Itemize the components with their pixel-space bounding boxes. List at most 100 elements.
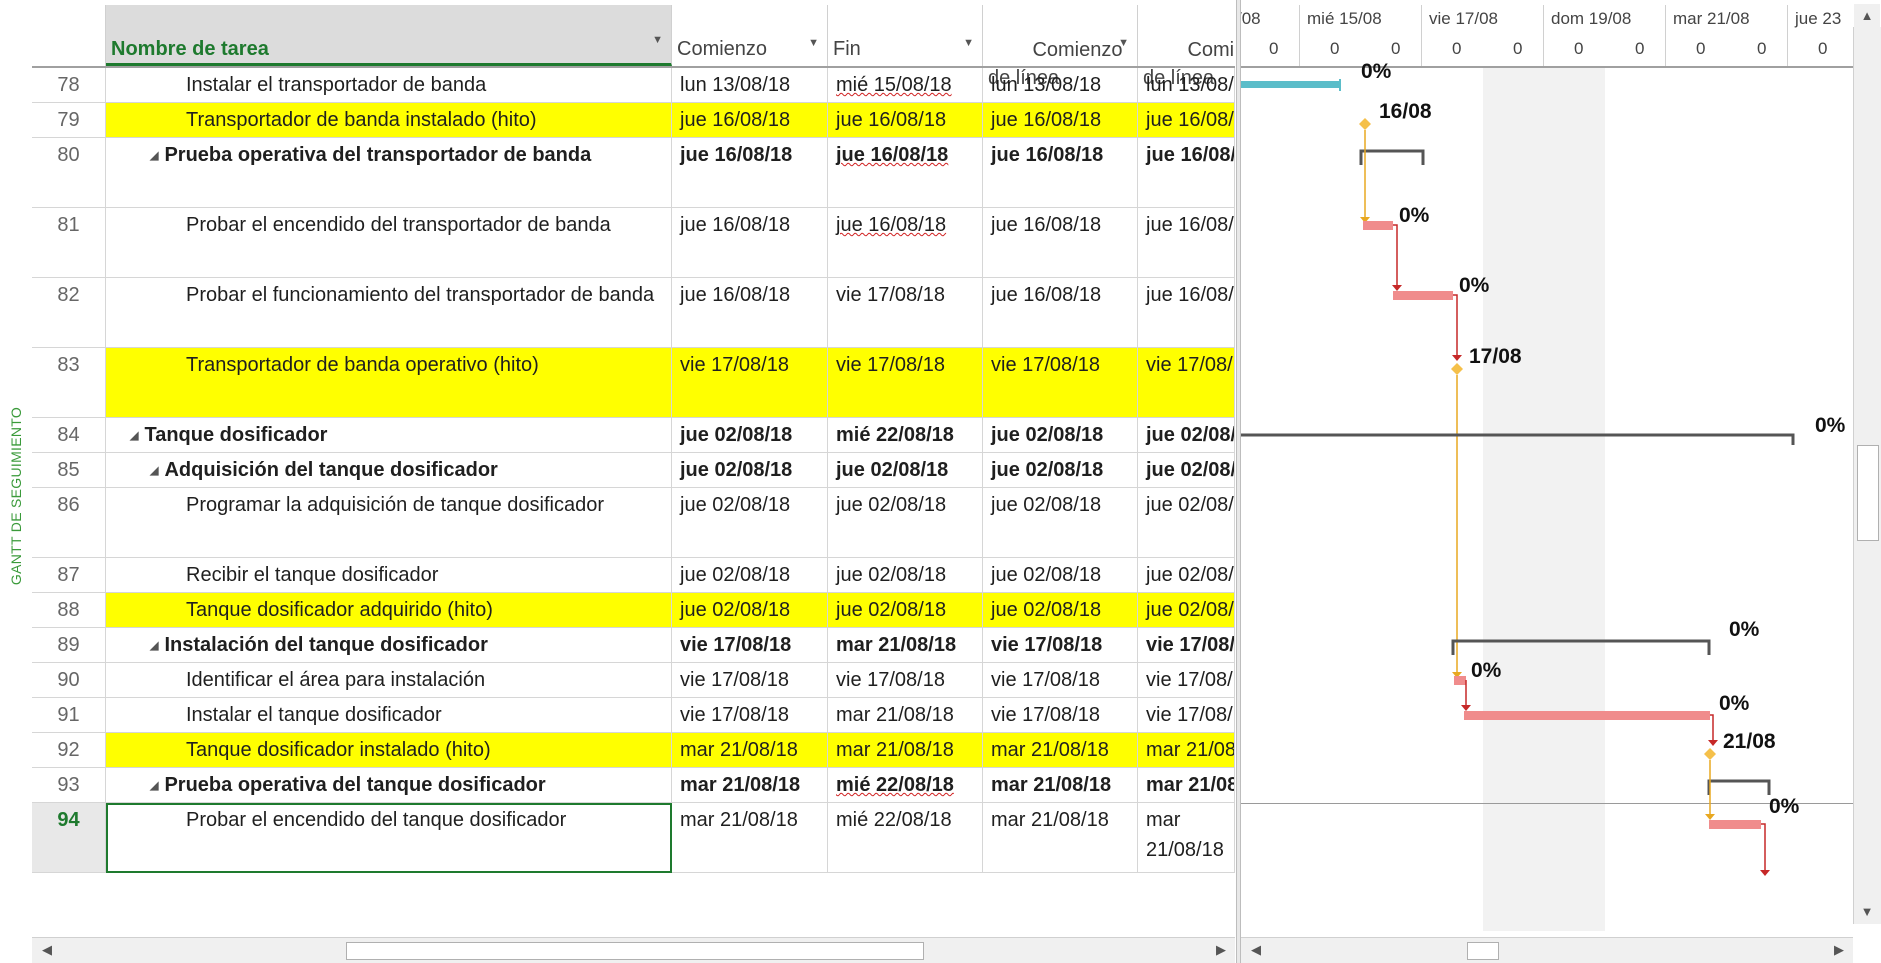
baseline-start2-cell[interactable]: jue 16/08/1 [1138, 208, 1235, 277]
baseline-start2-cell[interactable]: jue 02/08/1 [1138, 453, 1235, 487]
row-id[interactable]: 94 [32, 803, 106, 872]
baseline-start-cell[interactable]: jue 02/08/18 [983, 558, 1138, 592]
end-cell[interactable]: mié 22/08/18 [828, 768, 983, 802]
row-id[interactable]: 92 [32, 733, 106, 767]
task-name-cell[interactable]: ◢ Tanque dosificador [106, 418, 672, 452]
scroll-thumb[interactable] [1467, 942, 1499, 960]
start-cell[interactable]: vie 17/08/18 [672, 663, 828, 697]
start-cell[interactable]: mar 21/08/18 [672, 768, 828, 802]
row-id[interactable]: 90 [32, 663, 106, 697]
end-cell[interactable]: mar 21/08/18 [828, 733, 983, 767]
row-id[interactable]: 93 [32, 768, 106, 802]
baseline-start-cell[interactable]: jue 02/08/18 [983, 453, 1138, 487]
baseline-start2-cell[interactable]: jue 02/08/1 [1138, 418, 1235, 452]
table-row[interactable]: 79 Transportador de banda instalado (hito… [32, 103, 1235, 138]
baseline-start-cell[interactable]: jue 16/08/18 [983, 208, 1138, 277]
collapse-triangle-icon[interactable]: ◢ [150, 456, 158, 486]
table-row[interactable]: 87 Recibir el tanque dosificador jue 02/08… [32, 558, 1235, 593]
end-cell[interactable]: jue 02/08/18 [828, 453, 983, 487]
start-column-header[interactable]: Comienzo ▼ [672, 5, 828, 66]
baseline-start2-cell[interactable]: jue 16/08/1 [1138, 278, 1235, 347]
id-column-header[interactable] [32, 5, 106, 66]
table-row[interactable]: 88 Tanque dosificador adquirido (hito) jue… [32, 593, 1235, 628]
end-column-header[interactable]: Fin ▼ [828, 5, 983, 66]
end-cell[interactable]: vie 17/08/18 [828, 348, 983, 417]
end-cell[interactable]: jue 16/08/18 [828, 208, 983, 277]
gantt-horizontal-scrollbar[interactable] [1241, 937, 1853, 963]
table-row[interactable]: 89 ◢ Instalación del tanque dosificador vie… [32, 628, 1235, 663]
baseline-start2-cell[interactable]: vie 17/08/1 [1138, 628, 1235, 662]
task-name-cell[interactable]: Instalar el transportador de banda [106, 68, 672, 102]
baseline-start2-cell[interactable]: jue 02/08/1 [1138, 593, 1235, 627]
task-name-cell[interactable]: Identificar el área para instalación [106, 663, 672, 697]
end-cell[interactable]: mié 15/08/18 [828, 68, 983, 102]
chevron-down-icon[interactable]: ▼ [1118, 29, 1129, 57]
start-cell[interactable]: mar 21/08/18 [672, 803, 828, 872]
start-cell[interactable]: vie 17/08/18 [672, 628, 828, 662]
row-id[interactable]: 89 [32, 628, 106, 662]
baseline-start2-cell[interactable]: mar 21/08/ [1138, 733, 1235, 767]
collapse-triangle-icon[interactable]: ◢ [150, 631, 158, 661]
row-id[interactable]: 78 [32, 68, 106, 102]
end-cell[interactable]: jue 02/08/18 [828, 488, 983, 557]
end-cell[interactable]: jue 16/08/18 [828, 103, 983, 137]
collapse-triangle-icon[interactable]: ◢ [150, 771, 158, 801]
end-cell[interactable]: mié 22/08/18 [828, 803, 983, 872]
baseline-start2-cell[interactable]: mar 21/08/18 [1138, 803, 1235, 872]
end-cell[interactable]: mié 22/08/18 [828, 418, 983, 452]
baseline-start2-cell[interactable]: vie 17/08/1 [1138, 663, 1235, 697]
baseline-start2-column-header[interactable]: Comienzo de línea [1138, 5, 1235, 89]
start-cell[interactable]: jue 02/08/18 [672, 488, 828, 557]
baseline-start-cell[interactable]: vie 17/08/18 [983, 348, 1138, 417]
table-row[interactable]: 81 Probar el encendido del transportador … [32, 208, 1235, 278]
table-row[interactable]: 80 ◢ Prueba operativa del transportador de… [32, 138, 1235, 208]
task-name-cell[interactable]: ◢ Adquisición del tanque dosificador [106, 453, 672, 487]
row-id[interactable]: 81 [32, 208, 106, 277]
baseline-start-cell[interactable]: lun 13/08/18 [983, 68, 1138, 102]
scroll-right-icon[interactable]: ▶ [1208, 938, 1234, 962]
baseline-start-cell[interactable]: vie 17/08/18 [983, 628, 1138, 662]
baseline-start-cell[interactable]: jue 02/08/18 [983, 593, 1138, 627]
baseline-start2-cell[interactable]: mar 21/08/ [1138, 768, 1235, 802]
baseline-start-cell[interactable]: jue 16/08/18 [983, 138, 1138, 207]
baseline-start2-cell[interactable]: vie 17/08/1 [1138, 698, 1235, 732]
task-name-cell[interactable]: Probar el encendido del transportador de… [106, 208, 672, 277]
row-id[interactable]: 80 [32, 138, 106, 207]
task-name-cell[interactable]: Tanque dosificador adquirido (hito) [106, 593, 672, 627]
vertical-scrollbar[interactable] [1853, 27, 1881, 924]
chevron-down-icon[interactable]: ▼ [652, 26, 663, 54]
start-cell[interactable]: vie 17/08/18 [672, 348, 828, 417]
baseline-start2-cell[interactable]: jue 16/08/1 [1138, 103, 1235, 137]
table-row[interactable]: 78 Instalar el transportador de banda lun … [32, 68, 1235, 103]
collapse-triangle-icon[interactable]: ◢ [130, 421, 138, 451]
scroll-right-icon[interactable]: ▶ [1826, 938, 1852, 962]
start-cell[interactable]: mar 21/08/18 [672, 733, 828, 767]
row-id[interactable]: 83 [32, 348, 106, 417]
end-cell[interactable]: vie 17/08/18 [828, 663, 983, 697]
task-name-column-header[interactable]: Nombre de tarea ▼ [106, 5, 672, 66]
baseline-start-cell[interactable]: vie 17/08/18 [983, 698, 1138, 732]
task-name-cell[interactable]: Transportador de banda instalado (hito) [106, 103, 672, 137]
table-row[interactable]: 91 Instalar el tanque dosificador vie 17/0… [32, 698, 1235, 733]
baseline-start-cell[interactable]: jue 16/08/18 [983, 103, 1138, 137]
table-row[interactable]: 85 ◢ Adquisición del tanque dosificador jue… [32, 453, 1235, 488]
end-cell[interactable]: jue 16/08/18 [828, 138, 983, 207]
baseline-start2-cell[interactable]: jue 02/08/1 [1138, 488, 1235, 557]
baseline-start-cell[interactable]: vie 17/08/18 [983, 663, 1138, 697]
task-name-cell[interactable]: ◢ Prueba operativa del transportador de b… [106, 138, 672, 207]
chevron-down-icon[interactable]: ▼ [963, 29, 974, 57]
table-row[interactable]: 82 Probar el funcionamiento del transport… [32, 278, 1235, 348]
row-id[interactable]: 86 [32, 488, 106, 557]
task-name-cell[interactable]: Recibir el tanque dosificador [106, 558, 672, 592]
row-id[interactable]: 82 [32, 278, 106, 347]
end-cell[interactable]: mar 21/08/18 [828, 628, 983, 662]
row-id[interactable]: 85 [32, 453, 106, 487]
table-row[interactable]: 84 ◢ Tanque dosificador jue 02/08/18 mié 22/… [32, 418, 1235, 453]
row-id[interactable]: 84 [32, 418, 106, 452]
scroll-up-icon[interactable]: ▲ [1854, 4, 1880, 28]
start-cell[interactable]: jue 16/08/18 [672, 103, 828, 137]
table-row[interactable]: 93 ◢ Prueba operativa del tanque dosificad… [32, 768, 1235, 803]
baseline-start-cell[interactable]: mar 21/08/18 [983, 733, 1138, 767]
baseline-start2-cell[interactable]: jue 16/08/1 [1138, 138, 1235, 207]
task-name-cell[interactable]: Probar el funcionamiento del transportad… [106, 278, 672, 347]
